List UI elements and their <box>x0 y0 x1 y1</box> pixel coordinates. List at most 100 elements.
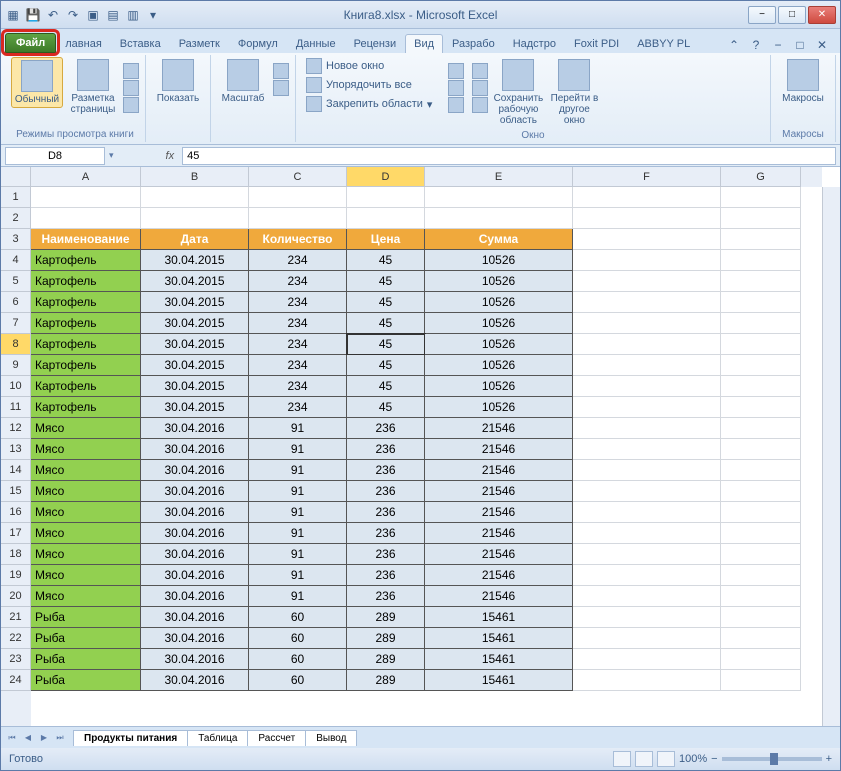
cell-G7[interactable] <box>721 313 801 334</box>
cell-D7[interactable]: 45 <box>347 313 425 334</box>
cell-G11[interactable] <box>721 397 801 418</box>
cell-F20[interactable] <box>573 586 721 607</box>
cell-F13[interactable] <box>573 439 721 460</box>
cell-E22[interactable]: 15461 <box>425 628 573 649</box>
cell-G15[interactable] <box>721 481 801 502</box>
cell-F24[interactable] <box>573 670 721 691</box>
cell-D14[interactable]: 236 <box>347 460 425 481</box>
cell-D17[interactable]: 236 <box>347 523 425 544</box>
cell-F21[interactable] <box>573 607 721 628</box>
cell-B5[interactable]: 30.04.2015 <box>141 271 249 292</box>
cell-C15[interactable]: 91 <box>249 481 347 502</box>
cell-B20[interactable]: 30.04.2016 <box>141 586 249 607</box>
cell-D20[interactable]: 236 <box>347 586 425 607</box>
cell-E8[interactable]: 10526 <box>425 334 573 355</box>
cell-F7[interactable] <box>573 313 721 334</box>
cell-D1[interactable] <box>347 187 425 208</box>
view-layout-button[interactable] <box>635 751 653 767</box>
cell-C11[interactable]: 234 <box>249 397 347 418</box>
cell-D3[interactable]: Цена <box>347 229 425 250</box>
col-header-A[interactable]: A <box>31 167 141 187</box>
row-header-20[interactable]: 20 <box>1 586 31 607</box>
cell-B14[interactable]: 30.04.2016 <box>141 460 249 481</box>
cell-D15[interactable]: 236 <box>347 481 425 502</box>
cell-D23[interactable]: 289 <box>347 649 425 670</box>
cell-C21[interactable]: 60 <box>249 607 347 628</box>
zoom-slider-thumb[interactable] <box>770 753 778 765</box>
sheet-tab-2[interactable]: Рассчет <box>247 730 306 746</box>
unhide-icon[interactable] <box>448 97 464 113</box>
row-header-1[interactable]: 1 <box>1 187 31 208</box>
cell-A20[interactable]: Мясо <box>31 586 141 607</box>
tab-data[interactable]: Данные <box>287 34 345 53</box>
zoom-100-icon[interactable] <box>273 63 289 79</box>
cell-G10[interactable] <box>721 376 801 397</box>
cell-A9[interactable]: Картофель <box>31 355 141 376</box>
row-header-11[interactable]: 11 <box>1 397 31 418</box>
cell-E3[interactable]: Сумма <box>425 229 573 250</box>
cell-C10[interactable]: 234 <box>249 376 347 397</box>
cell-D16[interactable]: 236 <box>347 502 425 523</box>
cell-D9[interactable]: 45 <box>347 355 425 376</box>
zoom-slider[interactable] <box>722 757 822 761</box>
cell-E16[interactable]: 21546 <box>425 502 573 523</box>
cell-G16[interactable] <box>721 502 801 523</box>
row-header-17[interactable]: 17 <box>1 523 31 544</box>
cell-A19[interactable]: Мясо <box>31 565 141 586</box>
cell-C20[interactable]: 91 <box>249 586 347 607</box>
view-break-button[interactable] <box>657 751 675 767</box>
cell-C14[interactable]: 91 <box>249 460 347 481</box>
cell-G18[interactable] <box>721 544 801 565</box>
cell-B13[interactable]: 30.04.2016 <box>141 439 249 460</box>
cell-B6[interactable]: 30.04.2015 <box>141 292 249 313</box>
cell-A17[interactable]: Мясо <box>31 523 141 544</box>
cell-G21[interactable] <box>721 607 801 628</box>
tab-foxit[interactable]: Foxit PDI <box>565 34 628 53</box>
cell-C16[interactable]: 91 <box>249 502 347 523</box>
qat-icon-1[interactable]: ▣ <box>85 7 101 23</box>
ribbon-minimize-icon[interactable]: ⌃ <box>726 37 742 53</box>
cell-D8[interactable]: 45 <box>347 334 425 355</box>
page-break-icon[interactable] <box>123 63 139 79</box>
cell-F9[interactable] <box>573 355 721 376</box>
cell-A8[interactable]: Картофель <box>31 334 141 355</box>
cell-D24[interactable]: 289 <box>347 670 425 691</box>
fullscreen-icon[interactable] <box>123 97 139 113</box>
cell-G8[interactable] <box>721 334 801 355</box>
cell-grid[interactable]: НаименованиеДатаКоличествоЦенаСуммаКарто… <box>31 187 822 726</box>
doc-close-icon[interactable]: ✕ <box>814 37 830 53</box>
tab-view[interactable]: Вид <box>405 34 443 53</box>
cell-A16[interactable]: Мясо <box>31 502 141 523</box>
col-header-B[interactable]: B <box>141 167 249 187</box>
tab-home[interactable]: лавная <box>56 34 111 53</box>
new-window-button[interactable]: Новое окно <box>302 57 436 75</box>
select-all-corner[interactable] <box>1 167 31 187</box>
maximize-button[interactable]: □ <box>778 6 806 24</box>
side-by-side-icon[interactable] <box>472 63 488 79</box>
cell-A7[interactable]: Картофель <box>31 313 141 334</box>
cell-F3[interactable] <box>573 229 721 250</box>
zoom-selection-icon[interactable] <box>273 80 289 96</box>
cell-A24[interactable]: Рыба <box>31 670 141 691</box>
cell-D21[interactable]: 289 <box>347 607 425 628</box>
help-icon[interactable]: ? <box>748 37 764 53</box>
cell-C5[interactable]: 234 <box>249 271 347 292</box>
cell-C4[interactable]: 234 <box>249 250 347 271</box>
cell-G4[interactable] <box>721 250 801 271</box>
cell-C6[interactable]: 234 <box>249 292 347 313</box>
cell-G9[interactable] <box>721 355 801 376</box>
zoom-button[interactable]: Масштаб <box>217 57 269 106</box>
sync-scroll-icon[interactable] <box>472 80 488 96</box>
cell-E6[interactable]: 10526 <box>425 292 573 313</box>
cell-A4[interactable]: Картофель <box>31 250 141 271</box>
page-layout-button[interactable]: Разметка страницы <box>67 57 119 117</box>
view-normal-button[interactable] <box>613 751 631 767</box>
cell-G17[interactable] <box>721 523 801 544</box>
cell-B23[interactable]: 30.04.2016 <box>141 649 249 670</box>
cell-C13[interactable]: 91 <box>249 439 347 460</box>
name-box[interactable]: D8 <box>5 147 105 165</box>
cell-E4[interactable]: 10526 <box>425 250 573 271</box>
sheet-tab-3[interactable]: Вывод <box>305 730 357 746</box>
cell-C12[interactable]: 91 <box>249 418 347 439</box>
row-header-2[interactable]: 2 <box>1 208 31 229</box>
